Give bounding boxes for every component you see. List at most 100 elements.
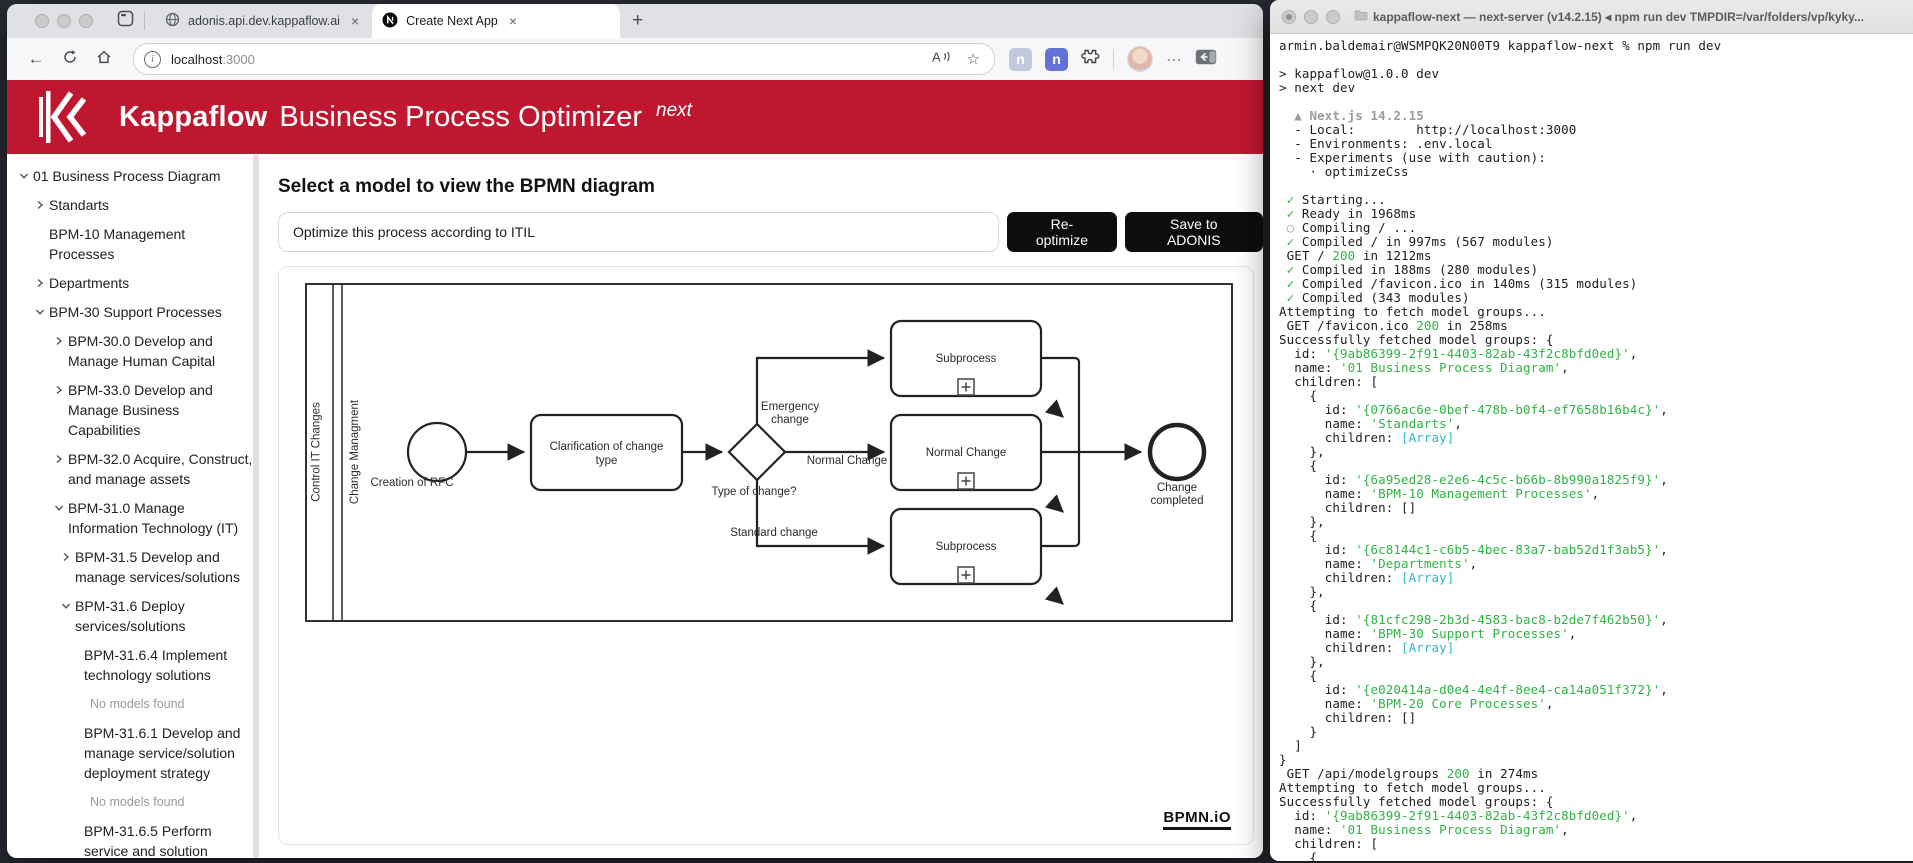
terminal-line: }, [1279,444,1325,459]
terminal-line: · optimizeCss [1279,164,1409,179]
terminal-line: name: 'BPM-10 Management Processes', [1279,486,1600,501]
extension-cluster: n n ⋯ [1009,46,1217,72]
terminal-line: ✓ Starting... [1286,192,1386,207]
sidebar-item[interactable]: BPM-31.0 Manage Information Technology (… [7,498,253,538]
minimize-window-button[interactable] [1304,9,1318,24]
chevron-right-icon[interactable] [35,273,49,293]
reoptimize-button[interactable]: Re-optimize [1007,212,1117,252]
terminal-line: children: [] [1279,500,1417,515]
bpmn-flow-edge [1044,586,1064,605]
terminal-line: name: 'Standarts', [1279,416,1463,431]
terminal-output[interactable]: armin.baldemair@WSMPQK20N00T9 kappaflow-… [1270,34,1913,862]
sidebar-item[interactable]: BPM-32.0 Acquire, Construct, and manage … [7,449,253,489]
tab-create-next-app[interactable]: Create Next App × [372,4,621,38]
address-bar[interactable]: i localhost:3000 A ☆ [133,43,995,75]
sidebar-item[interactable]: Departments [7,273,253,293]
terminal-line: ▲ Next.js 14.2.15 [1279,108,1424,123]
bpmn-canvas[interactable]: Control IT Changes Change Managment Emerge… [305,283,1233,627]
extensions-puzzle-icon[interactable] [1081,47,1100,71]
bpmn-flow-edge [1041,356,1081,452]
site-info-icon[interactable]: i [144,50,161,68]
subprocess-expand-icon[interactable] [957,472,975,490]
subprocess-expand-icon[interactable] [957,378,975,396]
brand-subtitle: Business Process Optimizer [279,100,643,133]
end-event[interactable]: Changecompleted [1147,422,1207,507]
subprocess-normal[interactable]: Normal Change [889,413,1043,492]
url-text[interactable]: localhost:3000 [171,52,932,67]
sidebar-item[interactable]: BPM-31.6.1 Develop and manage service/so… [7,723,253,783]
sidebar-panel-icon[interactable] [1195,49,1217,70]
terminal-line: > kappaflow@1.0.0 dev [1279,66,1440,81]
terminal-line: { [1279,528,1318,543]
svg-text:Subprocess: Subprocess [936,353,997,365]
terminal-line: GET / 200 in 1212ms [1279,248,1432,263]
chevron-right-icon[interactable] [61,547,75,567]
terminal-line: children: [ [1279,374,1379,389]
close-window-button[interactable] [1282,9,1296,24]
sidebar-item[interactable]: BPM-31.6 Deploy services/solutions [7,596,253,636]
subprocess-emergency[interactable]: Subprocess [889,319,1043,398]
sidebar-item[interactable]: BPM-31.5 Develop and manage services/sol… [7,547,253,587]
subprocess-standard[interactable]: Subprocess [889,507,1043,586]
extension-n-light-icon[interactable]: n [1009,47,1032,71]
close-window-button[interactable] [35,14,49,28]
svg-text:Change: Change [1157,482,1197,494]
tab-adonis[interactable]: adonis.api.dev.kappaflow.ai × [155,4,372,38]
home-button[interactable] [87,49,121,70]
chevron-right-icon[interactable] [54,331,68,351]
extension-n-blue-icon[interactable]: n [1045,47,1068,71]
chevron-down-icon[interactable] [54,498,68,518]
sidebar-item[interactable]: Standarts [7,195,253,215]
sidebar-item-label: BPM-31.6.5 Perform service and solution [84,823,212,858]
reload-button[interactable] [53,49,87,70]
sidebar-item[interactable]: BPM-30.0 Develop and Manage Human Capita… [7,331,253,371]
terminal-line: Successfully fetched model groups: { [1279,332,1554,347]
sidebar-item[interactable]: 01 Business Process Diagram [7,166,253,186]
terminal-line: ] [1279,738,1302,753]
save-to-adonis-button[interactable]: Save to ADONIS [1124,212,1263,252]
bpmn-flow-edge [1041,452,1081,548]
terminal-line: children: [Array] [1279,430,1455,445]
more-menu-icon[interactable]: ⋯ [1166,50,1182,69]
terminal-line: }, [1279,654,1325,669]
chevron-right-icon[interactable] [35,195,49,215]
sidebar-item[interactable]: BPM-31.6.5 Perform service and solution [7,821,253,858]
zoom-window-button[interactable] [1326,9,1340,24]
sidebar-item[interactable]: BPM-31.6.4 Implement technology solution… [7,645,253,685]
back-button[interactable]: ← [19,49,53,69]
favorites-star-icon[interactable]: ☆ [967,50,980,68]
terminal-line: name: 'Departments', [1279,556,1478,571]
chevron-right-icon[interactable] [54,449,68,469]
tab-overview-icon[interactable] [117,10,134,32]
minimize-window-button[interactable] [57,14,71,28]
sidebar-item-label: BPM-31.0 Manage Information Technology (… [68,500,239,536]
brand-name: Kappaflow [119,100,268,133]
sidebar-item[interactable]: BPM-30 Support Processes [7,302,253,322]
optimize-prompt-input[interactable] [278,212,1000,252]
chevron-down-icon[interactable] [35,302,49,322]
subprocess-expand-icon[interactable] [957,566,975,584]
sidebar-item[interactable]: BPM-10 Management Processes [7,224,253,264]
profile-avatar[interactable] [1127,46,1153,72]
zoom-window-button[interactable] [79,14,93,28]
tab-label: adonis.api.dev.kappaflow.ai [188,14,340,28]
toolbar-divider [1113,49,1114,69]
start-event[interactable]: Creation of RFC [370,421,468,489]
read-aloud-icon[interactable]: A [932,49,953,69]
terminal-line: name: '01 Business Process Diagram', [1279,360,1569,375]
app-title: Kappaflow Business Process Optimizer nex… [119,100,692,134]
close-tab-icon[interactable]: × [506,13,520,29]
task-clarification[interactable]: Clarification of change type [529,413,684,492]
terminal-line: } [1279,752,1287,767]
chevron-down-icon[interactable] [61,596,75,616]
sidebar-item-label: No models found [90,795,185,809]
close-tab-icon[interactable]: × [348,13,362,29]
sidebar-item[interactable]: BPM-33.0 Develop and Manage Business Cap… [7,380,253,440]
terminal-line: id: '{9ab86399-2f91-4403-82ab-43f2c8bfd0… [1279,808,1638,823]
bpmn-diagram-card: Control IT Changes Change Managment Emerge… [278,266,1254,845]
gateway-type-of-change[interactable]: Type of change? [711,422,797,498]
chevron-down-icon[interactable] [19,166,33,186]
chevron-right-icon[interactable] [54,380,68,400]
new-tab-button[interactable]: + [632,10,643,32]
